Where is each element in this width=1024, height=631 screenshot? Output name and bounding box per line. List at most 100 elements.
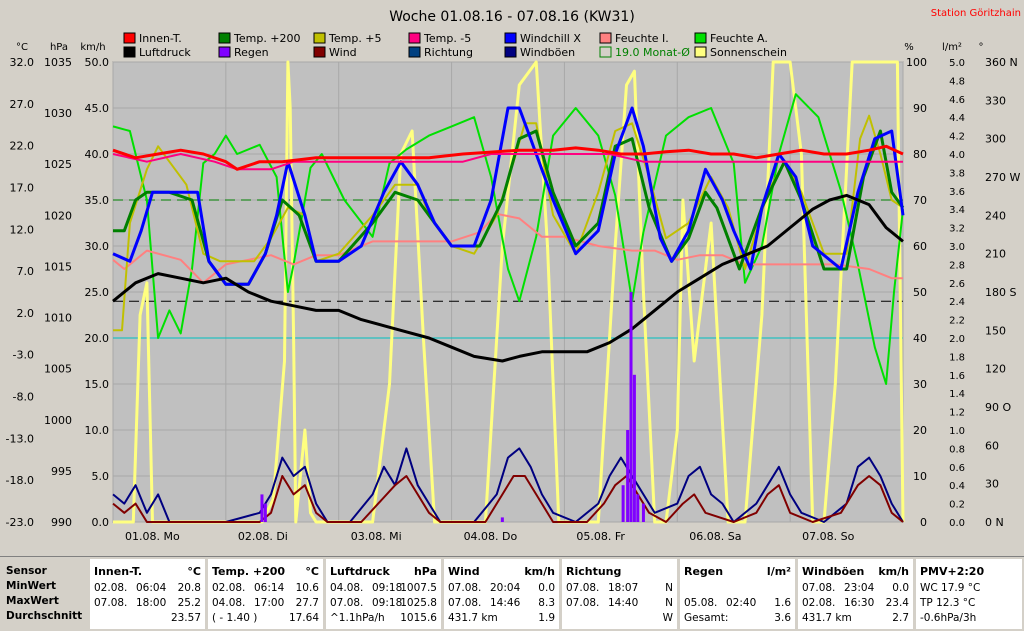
stats-cell-date: 02.08.	[802, 597, 836, 609]
stats-cell-value: 1007.5	[400, 582, 437, 594]
stats-column-luftdruck: Luftdruck hPa 04.08. 09:18 1007.5 07.08. 09:18…	[326, 559, 441, 629]
tick-label-rain: 1.8	[949, 352, 965, 363]
rain-bar	[632, 374, 636, 522]
rain-bar	[500, 517, 504, 522]
stats-cell-time: 20:04	[490, 582, 521, 594]
rain-bar	[621, 485, 625, 522]
legend-feuchte-i-swatch	[599, 32, 612, 44]
stats-cell-date: 02.08.	[94, 582, 128, 594]
tick-label-pressure: 1005	[44, 363, 72, 376]
stats-row-label-durchschnitt: Durchschnitt	[6, 610, 83, 622]
stats-cell-date: 07.08.	[448, 597, 482, 609]
tick-label-direction: 120	[985, 363, 1006, 376]
stats-column-temp-200: Temp. +200 °C 02.08. 06:14 10.6 04.08. 17:00 27…	[208, 559, 323, 629]
rain-bar	[626, 430, 630, 522]
tick-label-wind: 30.0	[85, 240, 110, 253]
legend-innen-t-label: Innen-T.	[139, 32, 182, 45]
stats-cell-date: 07.08.	[802, 582, 836, 594]
tick-label-direction: 60	[985, 439, 999, 452]
stats-cell-value: 0.0	[538, 582, 555, 594]
percent-axis-header: %	[904, 42, 914, 53]
tick-label-rain: 1.0	[949, 426, 965, 437]
stats-cell-time: 09:18	[372, 582, 403, 594]
stats-column-unit: °C	[305, 565, 319, 578]
stats-cell-time: 18:00	[136, 597, 167, 609]
tick-label-humidity: 20	[913, 424, 927, 437]
tick-label-humidity: 10	[913, 470, 927, 483]
tick-label-direction: 210	[985, 248, 1006, 261]
legend-windchill-x-label: Windchill X	[520, 32, 581, 45]
stats-cell-value: 27.7	[295, 597, 319, 609]
stats-cell-time: 06:04	[136, 582, 167, 594]
tick-label-pressure: 1000	[44, 414, 72, 427]
tick-label-pressure: 1025	[44, 158, 72, 171]
stats-cell-value: 2.7	[892, 612, 909, 624]
tick-label-wind: 35.0	[85, 194, 110, 207]
stats-cell-date: ( - 1.40 )	[212, 612, 258, 624]
tick-label-rain: 2.2	[949, 316, 965, 327]
stats-column-unit: km/h	[524, 565, 555, 578]
tick-label-pressure: 1020	[44, 209, 72, 222]
tick-label-temperature: -13.0	[6, 432, 34, 445]
stats-cell-date: ^1.1hPa/h	[330, 612, 385, 624]
legend-luftdruck-swatch	[123, 46, 136, 58]
stats-cell-time: 23:04	[844, 582, 875, 594]
tick-label-direction: 270 W	[985, 171, 1020, 184]
stats-cell-date: WC 17.9 °C	[920, 582, 981, 594]
stats-cell-date: 05.08.	[684, 597, 718, 609]
legend-feuchte-i-label: Feuchte I.	[615, 32, 669, 45]
tick-label-rain: 2.6	[949, 279, 965, 290]
tick-label-rain: 4.6	[949, 95, 965, 106]
stats-column-title: Windböen	[802, 565, 865, 578]
tick-label-humidity: 70	[913, 194, 927, 207]
stats-cell-value: 10.6	[295, 582, 319, 594]
rain-bar	[629, 292, 633, 522]
stats-cell-value: 25.2	[177, 597, 201, 609]
legend-windb-en-swatch	[504, 46, 517, 58]
tick-label-rain: 3.0	[949, 242, 965, 253]
tick-label-pressure: 1010	[44, 312, 72, 325]
tick-label-pressure: 1035	[44, 56, 72, 69]
stats-column-unit: km/h	[878, 565, 909, 578]
stats-column-pmv-2-20: PMV+2:20 WC 17.9 °C TP 12.3 °C -0.6hPa/3h	[916, 559, 1022, 629]
legend-temp-5-label: Temp. +5	[328, 32, 382, 45]
kmh-axis-header: km/h	[80, 42, 105, 53]
stats-column-wind: Wind km/h 07.08. 20:04 0.0 07.08. 14:46 8.3 431.…	[444, 559, 559, 629]
tick-label-wind: 20.0	[85, 332, 110, 345]
tick-label-direction: 360 N	[985, 56, 1018, 69]
tick-label-direction: 0 N	[985, 516, 1004, 529]
stats-column-title: Richtung	[566, 565, 622, 578]
tick-label-day: 06.08. Sa	[689, 530, 741, 543]
tick-label-wind: 0.0	[92, 516, 110, 529]
tick-label-rain: 3.8	[949, 168, 965, 179]
stats-cell-value: 1025.8	[400, 597, 437, 609]
stats-cell-value: 1.9	[538, 612, 555, 624]
stats-panel: Sensor MinWert MaxWert Durchschnitt Innen-T.…	[0, 556, 1024, 631]
stats-cell-time: 09:18	[372, 597, 403, 609]
tick-label-humidity: 90	[913, 102, 927, 115]
tick-label-day: 04.08. Do	[464, 530, 518, 543]
stats-cell-date: 07.08.	[330, 597, 364, 609]
tick-label-wind: 40.0	[85, 148, 110, 161]
celsius-axis-header: °C	[16, 42, 28, 53]
stats-row-label-sensor: Sensor	[6, 565, 47, 577]
legend-19-0-monat-label: 19.0 Monat-Ø	[615, 46, 690, 59]
tick-label-humidity: 0	[920, 516, 927, 529]
stats-cell-value: W	[662, 612, 673, 624]
tick-label-rain: 5.0	[949, 58, 965, 69]
tick-label-humidity: 60	[913, 240, 927, 253]
stats-column-title: Innen-T.	[94, 565, 143, 578]
tick-label-rain: 4.2	[949, 132, 965, 143]
tick-label-rain: 3.4	[949, 205, 965, 216]
hpa-axis-header: hPa	[50, 42, 68, 53]
stats-cell-date: 431.7 km	[802, 612, 852, 624]
stats-cell-value: 3.6	[774, 612, 791, 624]
stats-cell-value: 23.57	[170, 612, 201, 624]
stats-column-unit: l/m²	[766, 565, 791, 578]
tick-label-rain: 4.4	[949, 113, 965, 124]
legend-temp-200-label: Temp. +200	[233, 32, 301, 45]
tick-label-wind: 5.0	[92, 470, 110, 483]
tick-label-pressure: 1030	[44, 107, 72, 120]
tick-label-pressure: 995	[51, 465, 72, 478]
tick-label-rain: 1.4	[949, 389, 965, 400]
